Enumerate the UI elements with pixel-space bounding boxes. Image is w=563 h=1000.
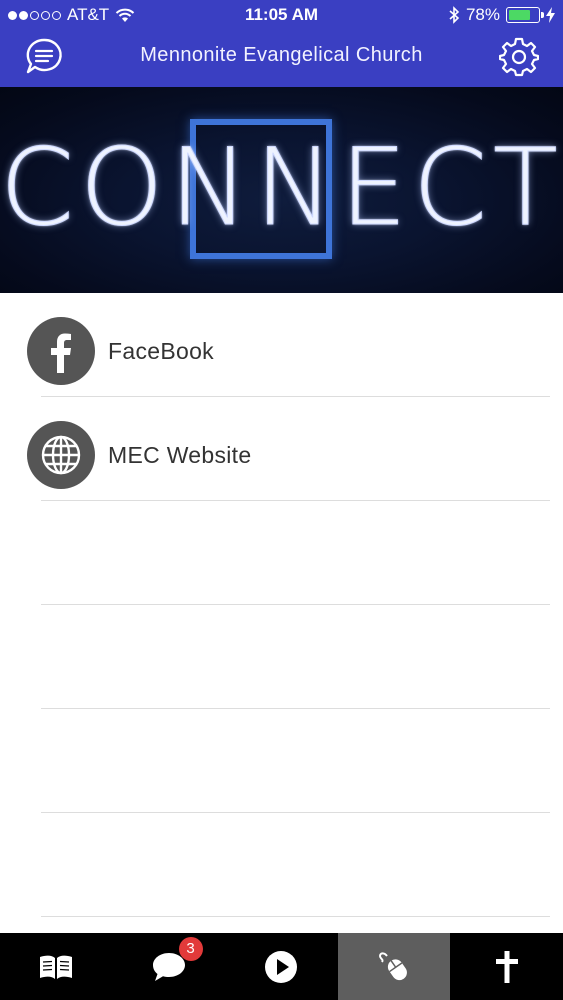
empty-row: [0, 813, 563, 917]
gear-icon: [498, 37, 540, 77]
chat-menu-button[interactable]: [24, 37, 64, 77]
tab-bible[interactable]: [0, 933, 113, 1000]
page-title: Mennonite Evangelical Church: [140, 44, 423, 66]
facebook-icon: [27, 317, 95, 385]
banner-title: CONNECT: [0, 126, 563, 249]
row-divider: [41, 916, 550, 917]
connect-banner: CONNECT: [0, 87, 563, 293]
battery-percent: 78%: [465, 5, 500, 24]
empty-row: [0, 605, 563, 709]
tab-connect[interactable]: [337, 933, 451, 1000]
notification-badge: 3: [178, 937, 203, 961]
mouse-icon: [379, 951, 407, 980]
status-right: 78%: [448, 5, 555, 25]
list-item-facebook[interactable]: FaceBook: [0, 293, 563, 397]
tab-faith[interactable]: [450, 933, 563, 1000]
charging-icon: [546, 7, 555, 23]
globe-icon: [27, 421, 95, 489]
settings-button[interactable]: [498, 37, 540, 77]
chat-menu-icon: [26, 38, 62, 74]
tab-messages[interactable]: 3: [113, 933, 226, 1000]
cross-icon: [495, 950, 518, 983]
battery-icon: [506, 7, 544, 23]
empty-row: [0, 501, 563, 605]
empty-row: [0, 709, 563, 813]
book-icon: [40, 955, 73, 979]
bluetooth-icon: [449, 6, 460, 24]
list-item-label: FaceBook: [108, 338, 214, 364]
status-bar: AT&T 11:05 AM 78%: [0, 0, 563, 30]
play-icon: [265, 950, 298, 983]
list-item-label: MEC Website: [108, 442, 252, 468]
tab-media[interactable]: [225, 933, 338, 1000]
connect-list: FaceBook MEC Website: [0, 293, 563, 917]
top-bar: AT&T 11:05 AM 78% Mennonite Evangelical …: [0, 0, 563, 87]
list-item-mec-website[interactable]: MEC Website: [0, 397, 563, 501]
tab-bar: 3: [0, 933, 563, 1000]
